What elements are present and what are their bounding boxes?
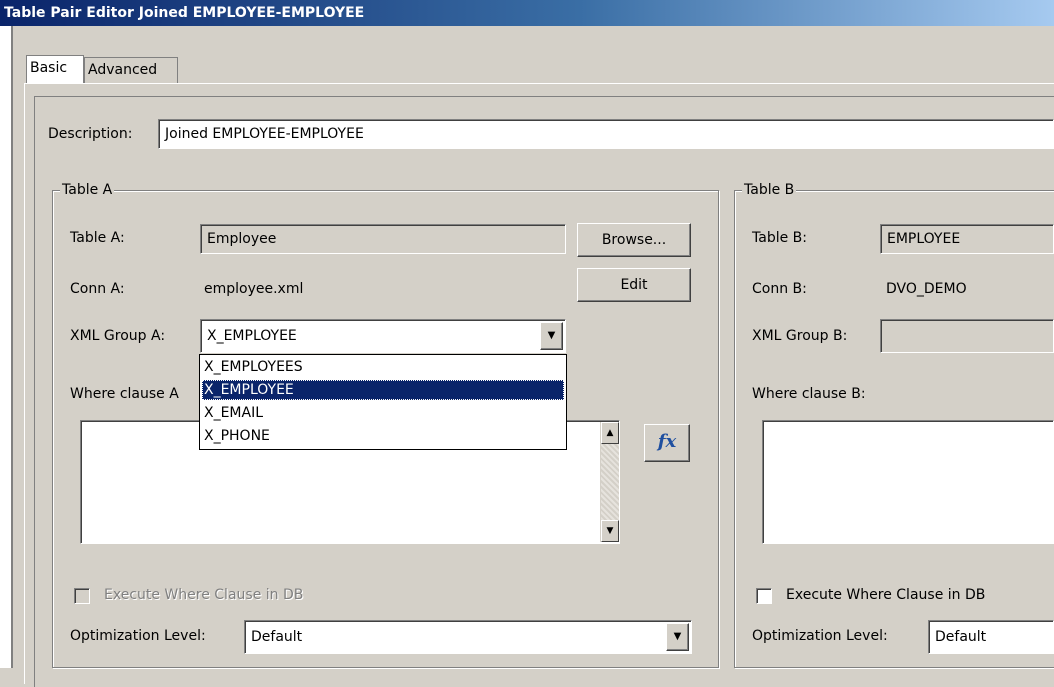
dropdown-option-selected[interactable]: X_EMPLOYEE bbox=[202, 380, 564, 400]
where-clause-a-label: Where clause A bbox=[70, 386, 179, 402]
dropdown-option[interactable]: X_EMPLOYEES bbox=[202, 357, 564, 377]
browse-button[interactable]: Browse... bbox=[577, 223, 691, 257]
window-title-bar[interactable]: Table Pair Editor Joined EMPLOYEE-EMPLOY… bbox=[0, 0, 1054, 26]
execute-where-a-checkbox[interactable] bbox=[74, 588, 90, 604]
arrow-up-icon: ▲ bbox=[606, 428, 614, 438]
scroll-up-button[interactable]: ▲ bbox=[601, 422, 619, 444]
xml-group-a-label: XML Group A: bbox=[70, 328, 166, 344]
xml-group-a-dropdown-list: X_EMPLOYEES X_EMPLOYEE X_EMAIL X_PHONE bbox=[199, 354, 567, 450]
arrow-down-icon: ▼ bbox=[606, 526, 614, 536]
table-a-value: Employee bbox=[207, 231, 277, 247]
conn-a-label: Conn A: bbox=[70, 281, 125, 297]
dropdown-option[interactable]: X_EMAIL bbox=[202, 403, 564, 423]
conn-a-value: employee.xml bbox=[204, 281, 304, 297]
optimization-a-label: Optimization Level: bbox=[70, 628, 206, 644]
dropdown-option[interactable]: X_PHONE bbox=[202, 426, 564, 448]
table-a-label: Table A: bbox=[70, 230, 125, 246]
description-input[interactable]: Joined EMPLOYEE-EMPLOYEE bbox=[158, 119, 1054, 149]
window-title: Table Pair Editor Joined EMPLOYEE-EMPLOY… bbox=[4, 5, 365, 21]
optimization-b-select[interactable]: Default bbox=[928, 620, 1054, 654]
xml-group-b-label: XML Group B: bbox=[752, 328, 848, 344]
execute-where-a-label: Execute Where Clause in DB bbox=[104, 587, 304, 603]
tab-basic[interactable]: Basic bbox=[26, 55, 84, 83]
optimization-a-select[interactable]: Default bbox=[244, 620, 692, 654]
execute-where-b-label: Execute Where Clause in DB bbox=[786, 587, 986, 603]
table-a-group-title: Table A bbox=[60, 182, 115, 198]
table-a-field: Employee bbox=[200, 224, 566, 254]
function-icon: fx bbox=[657, 431, 677, 452]
where-clause-b-label: Where clause B: bbox=[752, 386, 866, 402]
optimization-a-value: Default bbox=[251, 629, 303, 645]
left-divider bbox=[0, 26, 11, 668]
table-b-field: EMPLOYEE bbox=[880, 224, 1054, 254]
optimization-b-value: Default bbox=[935, 629, 987, 645]
xml-group-a-value: X_EMPLOYEE bbox=[207, 328, 297, 344]
description-value: Joined EMPLOYEE-EMPLOYEE bbox=[165, 126, 364, 142]
table-b-label: Table B: bbox=[752, 230, 807, 246]
tab-advanced-label: Advanced bbox=[88, 62, 158, 78]
execute-where-b-checkbox[interactable] bbox=[756, 588, 772, 604]
edit-button[interactable]: Edit bbox=[577, 268, 691, 302]
chevron-down-icon: ▼ bbox=[673, 631, 682, 642]
optimization-b-label: Optimization Level: bbox=[752, 628, 888, 644]
tab-basic-label: Basic bbox=[30, 60, 68, 76]
xml-group-b-select bbox=[880, 319, 1054, 353]
optimization-a-dropdown-button[interactable]: ▼ bbox=[666, 623, 689, 651]
conn-b-value: DVO_DEMO bbox=[886, 281, 967, 297]
where-clause-b-textarea[interactable] bbox=[762, 420, 1054, 544]
chevron-down-icon: ▼ bbox=[547, 330, 556, 341]
table-b-value: EMPLOYEE bbox=[887, 231, 961, 247]
xml-group-a-select[interactable]: X_EMPLOYEE bbox=[200, 319, 566, 353]
tab-advanced[interactable]: Advanced bbox=[84, 57, 178, 83]
xml-group-a-dropdown-button[interactable]: ▼ bbox=[540, 322, 563, 350]
browse-button-label: Browse... bbox=[601, 232, 667, 248]
table-b-group-title: Table B bbox=[742, 182, 797, 198]
expression-builder-button[interactable]: fx bbox=[644, 424, 690, 462]
description-label: Description: bbox=[48, 126, 133, 142]
conn-b-label: Conn B: bbox=[752, 281, 807, 297]
edit-button-label: Edit bbox=[620, 277, 648, 293]
scroll-down-button[interactable]: ▼ bbox=[601, 520, 619, 542]
